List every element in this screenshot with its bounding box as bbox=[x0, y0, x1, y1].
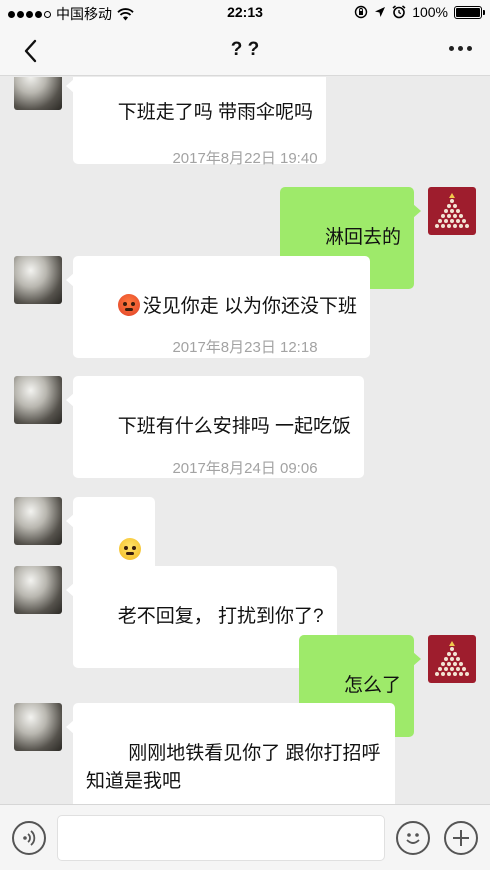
christmas-tree-icon bbox=[435, 641, 469, 676]
battery-fill bbox=[456, 7, 480, 17]
message-input[interactable] bbox=[57, 815, 385, 861]
contact-avatar[interactable] bbox=[14, 256, 62, 304]
message-text: 下班有什么安排吗 一起吃饭 bbox=[117, 416, 351, 437]
message-text: 没见你走 以为你还没下班 bbox=[142, 296, 357, 317]
message-text: 老不回复， 打扰到你了? bbox=[117, 606, 324, 627]
contact-avatar[interactable] bbox=[14, 566, 62, 614]
contact-avatar[interactable] bbox=[14, 703, 62, 751]
alarm-icon bbox=[392, 5, 406, 19]
plus-icon[interactable] bbox=[444, 821, 478, 855]
message-text: 刚刚地铁看见你了 跟你打招呼 知道是我吧 bbox=[86, 743, 381, 792]
timestamp: 2017年8月22日 19:40 bbox=[172, 150, 318, 167]
message-text: 怎么了 bbox=[343, 675, 401, 696]
contact-avatar[interactable] bbox=[14, 376, 62, 424]
message-text: 淋回去的 bbox=[324, 227, 401, 248]
message-bubble[interactable]: 老不回复， 打扰到你了? bbox=[66, 566, 337, 668]
battery-icon bbox=[454, 5, 485, 19]
contact-avatar[interactable] bbox=[14, 77, 62, 110]
status-bar: 中国移动 22:13 100% bbox=[0, 0, 490, 26]
shy-face-emoji bbox=[118, 538, 141, 560]
contact-avatar[interactable] bbox=[14, 497, 62, 545]
more-icon[interactable] bbox=[449, 46, 472, 51]
nav-bar: ? ? bbox=[0, 26, 490, 76]
christmas-tree-icon bbox=[435, 193, 469, 228]
status-right: 100% bbox=[354, 4, 485, 20]
location-icon bbox=[375, 7, 386, 17]
chat-area[interactable]: 下班走了吗 带雨伞呢吗 2017年8月22日 19:40 淋回去的 没见你走 以… bbox=[0, 77, 490, 804]
orientation-lock-icon bbox=[354, 5, 368, 19]
timestamp: 2017年8月24日 09:06 bbox=[172, 460, 318, 477]
angry-face-emoji bbox=[117, 294, 140, 316]
battery-percent: 100% bbox=[412, 4, 448, 20]
voice-icon[interactable] bbox=[12, 821, 46, 855]
chat-title: ? ? bbox=[230, 39, 260, 60]
emoji-icon[interactable] bbox=[396, 821, 430, 855]
message-bubble[interactable]: 刚刚地铁看见你了 跟你打招呼 知道是我吧 bbox=[66, 703, 395, 804]
input-bar bbox=[0, 804, 490, 870]
timestamp: 2017年8月23日 12:18 bbox=[172, 339, 318, 356]
my-avatar[interactable] bbox=[428, 187, 476, 235]
my-avatar[interactable] bbox=[428, 635, 476, 683]
message-text: 下班走了吗 带雨伞呢吗 bbox=[117, 102, 313, 123]
